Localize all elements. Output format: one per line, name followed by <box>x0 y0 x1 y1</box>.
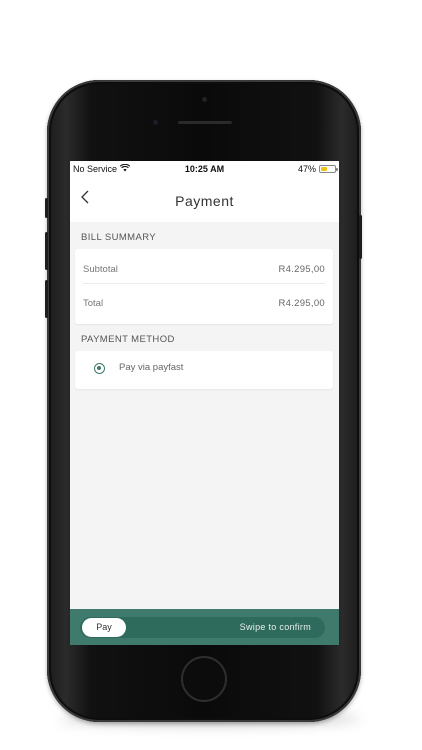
swipe-to-confirm-slider[interactable]: Pay Swipe to confirm <box>80 617 325 638</box>
bill-summary-heading: BILL SUMMARY <box>81 232 157 243</box>
volume-down-button <box>45 280 48 318</box>
page-title: Payment <box>175 193 234 209</box>
radio-button-selected[interactable] <box>94 363 105 374</box>
payment-option-label: Pay via payfast <box>119 362 184 373</box>
bill-summary-card: Subtotal R4.295,00 Total R4.295,00 <box>75 249 333 324</box>
volume-up-button <box>45 232 48 270</box>
total-row: Total R4.295,00 <box>83 286 325 319</box>
confirm-footer: Pay Swipe to confirm <box>70 609 339 645</box>
battery-icon <box>319 165 338 173</box>
app-screen: No Service 10:25 AM 47% Payment BILL SUM… <box>70 161 339 645</box>
front-camera <box>202 97 207 102</box>
battery-percent: 47% <box>297 164 316 174</box>
power-button <box>359 215 362 259</box>
subtotal-label: Subtotal <box>83 264 118 275</box>
battery-tip <box>336 168 338 171</box>
payment-option-payfast[interactable]: Pay via payfast <box>75 351 333 389</box>
home-button[interactable] <box>181 656 227 702</box>
navigation-bar: Payment <box>70 177 339 222</box>
payment-method-heading: PAYMENT METHOD <box>81 334 175 345</box>
battery-level <box>321 167 327 171</box>
swipe-hint: Swipe to confirm <box>239 622 311 632</box>
proximity-sensor <box>153 120 158 125</box>
mute-switch <box>45 198 48 218</box>
subtotal-row: Subtotal R4.295,00 <box>83 252 325 285</box>
radio-dot <box>97 366 101 370</box>
total-value: R4.295,00 <box>278 298 325 309</box>
row-divider <box>83 283 325 284</box>
total-label: Total <box>83 298 104 309</box>
status-right: 47% <box>297 164 338 174</box>
status-bar: No Service 10:25 AM 47% <box>70 161 339 177</box>
subtotal-value: R4.295,00 <box>278 264 325 275</box>
pay-swipe-handle[interactable]: Pay <box>82 618 126 637</box>
earpiece-speaker <box>178 121 232 124</box>
